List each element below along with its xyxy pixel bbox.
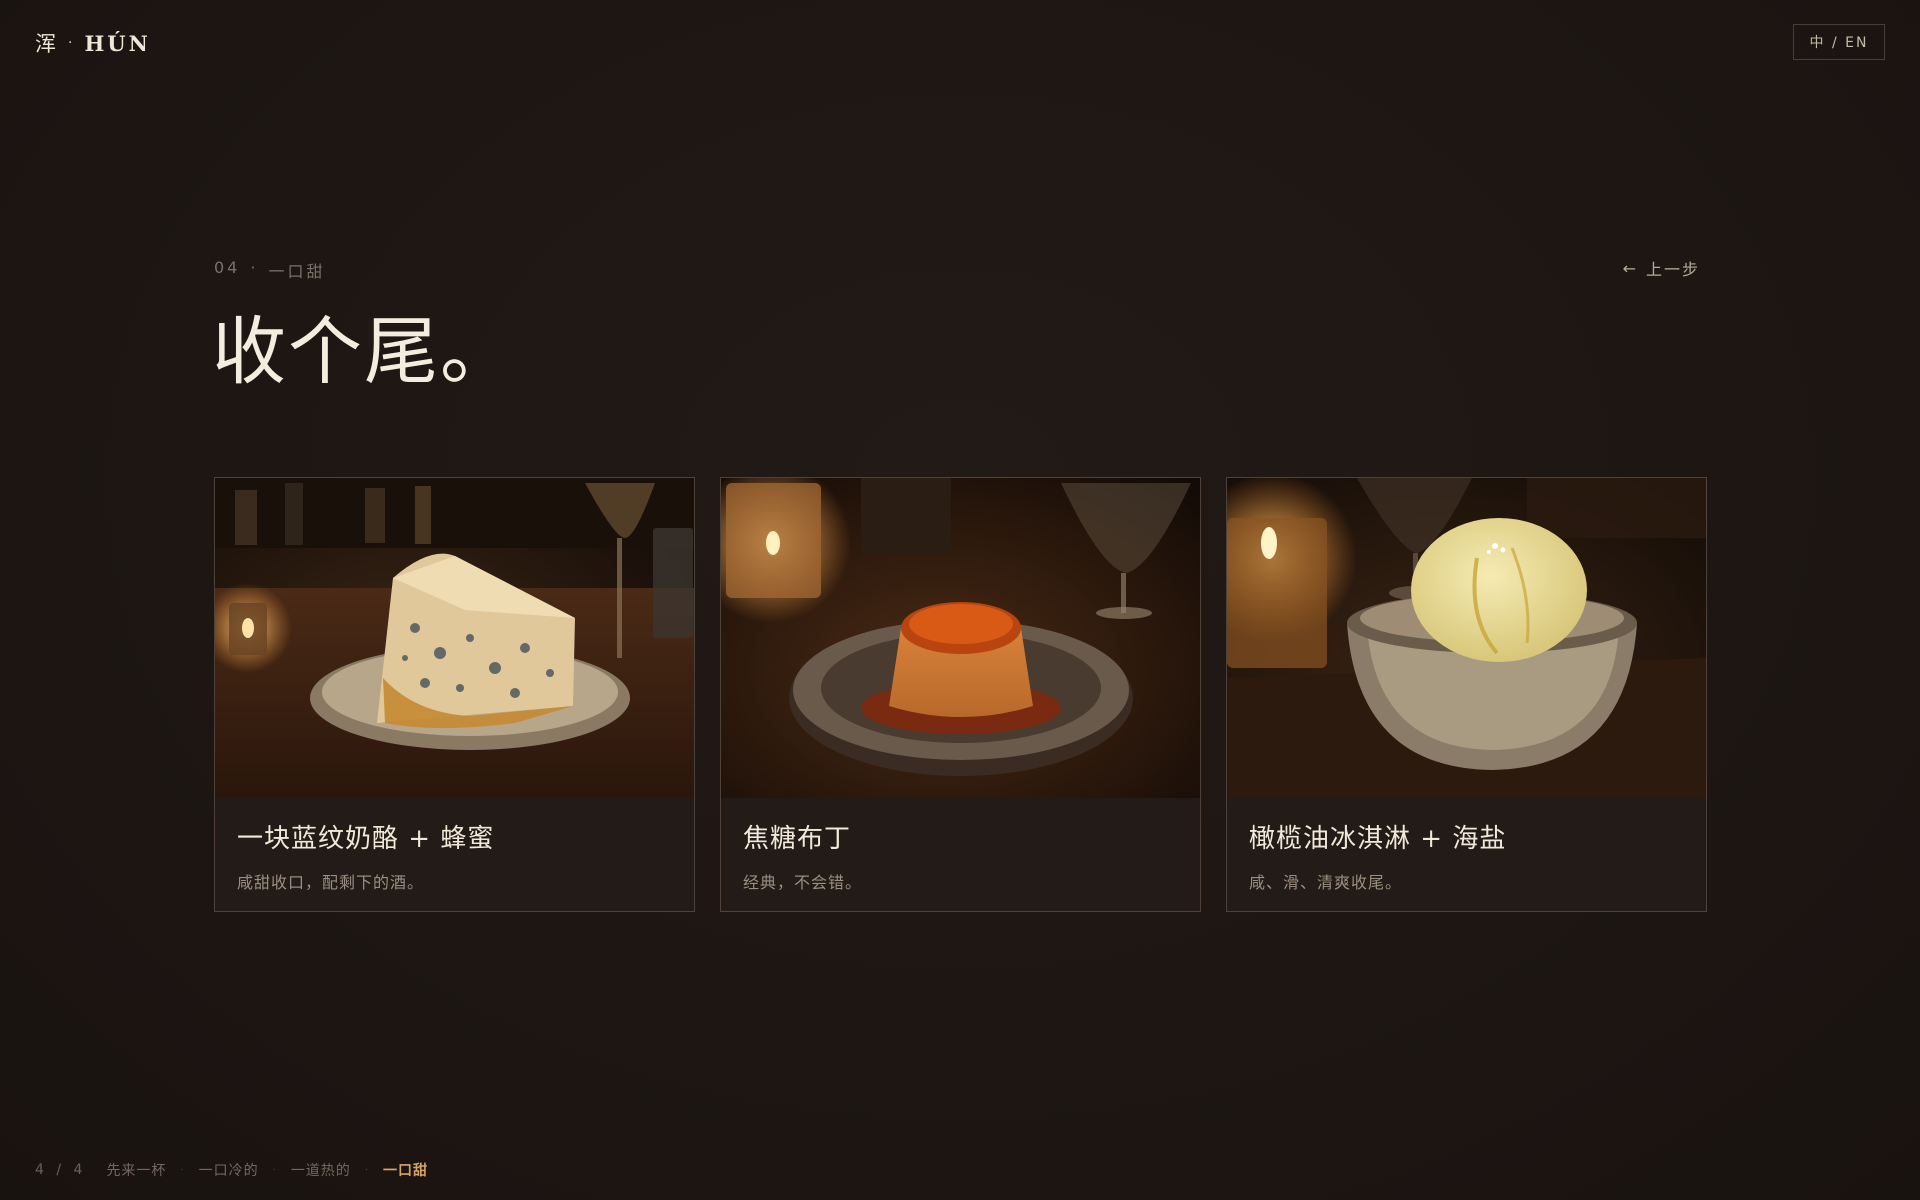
brand-cn: 浑 [35, 32, 58, 56]
progress-step[interactable]: 先来一杯 [106, 1160, 166, 1180]
progress-separator: · [180, 1164, 185, 1176]
page: 浑 · HÚN 中 / EN 04 · 一口甜 ← 上一步 收个尾。 一块蓝纹奶… [0, 0, 1920, 1200]
dessert-description: 咸甜收口，配剩下的酒。 [237, 873, 425, 892]
language-toggle-button[interactable]: 中 / EN [1793, 24, 1885, 60]
dessert-name: 焦糖布丁 [743, 824, 852, 854]
page-title: 收个尾。 [212, 309, 516, 395]
dessert-card[interactable]: 橄榄油冰淇淋 + 海盐 咸、滑、清爽收尾。 [1226, 477, 1707, 912]
olive-oil-ice-cream-photo [1227, 478, 1706, 798]
dessert-description: 经典，不会错。 [743, 873, 863, 892]
card-info: 焦糖布丁 经典，不会错。 [721, 798, 1200, 893]
caramel-pudding-photo [721, 478, 1200, 798]
progress-separator: · [364, 1164, 369, 1176]
arrow-left-icon: ← [1622, 258, 1638, 278]
dessert-name: 一块蓝纹奶酪 + 蜂蜜 [237, 824, 495, 854]
section-number: 04 [214, 258, 241, 277]
dessert-name: 橄榄油冰淇淋 + 海盐 [1249, 824, 1507, 854]
dessert-card[interactable]: 一块蓝纹奶酪 + 蜂蜜 咸甜收口，配剩下的酒。 [214, 477, 695, 912]
brand-logo[interactable]: 浑 · HÚN [35, 28, 151, 58]
section-dot: · [250, 258, 259, 277]
dessert-card[interactable]: 焦糖布丁 经典，不会错。 [720, 477, 1201, 912]
card-info: 一块蓝纹奶酪 + 蜂蜜 咸甜收口，配剩下的酒。 [215, 798, 694, 893]
dessert-options: 一块蓝纹奶酪 + 蜂蜜 咸甜收口，配剩下的酒。 焦糖布丁 经典，不会错。 橄榄油… [214, 477, 1707, 912]
dessert-description: 咸、滑、清爽收尾。 [1249, 873, 1403, 892]
progress-separator: · [272, 1164, 277, 1176]
progress-step-current[interactable]: 一口甜 [383, 1160, 428, 1180]
progress-count: 4 / 4 [35, 1162, 87, 1178]
progress-step[interactable]: 一道热的 [291, 1160, 351, 1180]
progress-nav: 4 / 4 先来一杯 · 一口冷的 · 一道热的 · 一口甜 [35, 1160, 428, 1180]
back-label: 上一步 [1645, 260, 1700, 279]
blue-cheese-with-honey-photo [215, 478, 694, 798]
progress-step[interactable]: 一口冷的 [199, 1160, 259, 1180]
section-label: 04 · 一口甜 [214, 258, 325, 282]
brand-dot: · [68, 35, 75, 51]
section-name: 一口甜 [268, 262, 326, 281]
brand-latin: HÚN [84, 30, 151, 56]
back-button[interactable]: ← 上一步 [1623, 256, 1700, 280]
card-info: 橄榄油冰淇淋 + 海盐 咸、滑、清爽收尾。 [1227, 798, 1706, 893]
